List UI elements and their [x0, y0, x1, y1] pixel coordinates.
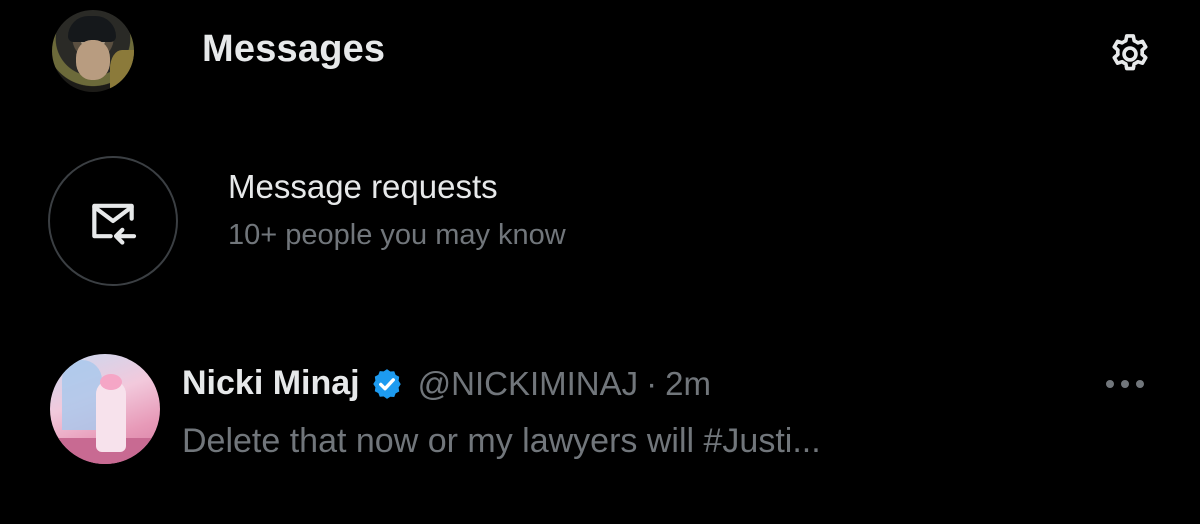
message-requests-row[interactable]: Message requests 10+ people you may know — [0, 130, 1200, 290]
verified-badge-icon — [370, 367, 404, 401]
page-title: Messages — [202, 28, 386, 70]
user-avatar[interactable] — [52, 10, 134, 92]
separator-dot: · — [646, 364, 658, 402]
message-preview: Delete that now or my lawyers will #Just… — [182, 422, 821, 460]
contact-handle: @NICKIMINAJ — [417, 364, 639, 402]
envelope-arrow-icon — [92, 203, 137, 245]
messages-screen: Messages Message requests 10+ people you… — [0, 0, 1200, 524]
avatar-face-shape — [76, 40, 110, 80]
conversation-row[interactable]: Nicki Minaj @NICKIMINAJ · 2m Delete that… — [0, 340, 1200, 490]
avatar-figure-shape — [96, 380, 126, 452]
message-requests-title: Message requests — [228, 168, 498, 205]
more-horizontal-icon — [1106, 380, 1144, 388]
avatar-hood-shape — [110, 50, 134, 92]
more-options-button[interactable] — [1098, 364, 1152, 404]
message-requests-subtitle: 10+ people you may know — [228, 219, 566, 251]
message-requests-icon-circle — [48, 156, 178, 286]
message-timestamp: 2m — [665, 364, 711, 402]
avatar-hair-shape — [100, 374, 122, 390]
gear-icon — [1112, 34, 1148, 71]
contact-avatar[interactable] — [50, 354, 160, 464]
conversation-header-line: Nicki Minaj @NICKIMINAJ · 2m — [182, 364, 711, 403]
avatar-cap-shape — [68, 16, 116, 42]
settings-button[interactable] — [1104, 28, 1156, 80]
contact-name: Nicki Minaj — [182, 364, 360, 402]
